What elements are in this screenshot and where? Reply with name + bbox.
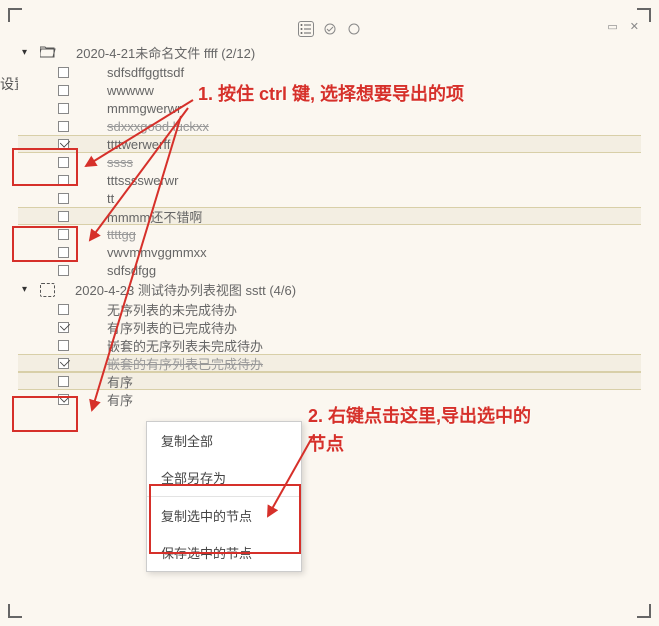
checkbox[interactable] [58,322,69,333]
ctx-save-selected[interactable]: 保存选中的节点 [147,534,301,571]
view-check-icon[interactable] [322,21,338,37]
expand-icon[interactable]: ▾ [22,284,34,295]
item-label: sdfsdffggttsdf [107,65,184,80]
list-item[interactable]: ttttwerwerff [18,135,641,153]
tree-view: ▾ 2020-4-21未命名文件 ffff (2/12) sdfsdffggttsd… [18,42,641,408]
list-item[interactable]: mmmm还不错啊 [18,207,641,225]
item-label: tttsssswerwr [107,173,179,188]
checkbox[interactable] [58,358,69,369]
checkbox[interactable] [58,304,69,315]
ctx-save-all-as[interactable]: 全部另存为 [147,459,301,496]
list-item[interactable]: 有序 [18,372,641,390]
checkbox[interactable] [58,247,69,258]
item-label: mmmgwerwr [107,101,181,116]
list-item[interactable]: 嵌套的无序列表未完成待办 [18,336,641,354]
minimize-button[interactable]: ▭ [607,20,617,33]
group-header[interactable]: ▾ 2020-4-21未命名文件 ffff (2/12) [18,42,641,63]
item-label: 无序列表的未完成待办 [107,300,237,319]
item-label: tt [107,191,114,206]
expand-icon[interactable]: ▾ [22,47,34,58]
checkbox[interactable] [58,157,69,168]
ctx-copy-all[interactable]: 复制全部 [147,422,301,459]
list-item[interactable]: 有序 [18,390,641,408]
checkbox[interactable] [58,340,69,351]
item-label: 有序 [107,372,133,391]
item-label: wwwww [107,83,154,98]
checkbox[interactable] [58,376,69,387]
checkbox[interactable] [58,265,69,276]
item-label: vwvmmvggmmxx [107,245,207,260]
list-item[interactable]: sdfsdffggttsdf [18,63,641,81]
list-item[interactable]: ttttgg [18,225,641,243]
item-label: ssss [107,155,133,170]
group-title: 2020-4-23 测试待办列表视图 sstt (4/6) [75,280,296,299]
checkbox[interactable] [58,85,69,96]
checkbox[interactable] [58,175,69,186]
ctx-copy-selected[interactable]: 复制选中的节点 [147,496,301,534]
annotation-step2b: 节点 [308,432,344,457]
list-item[interactable]: 嵌套的有序列表已完成待办 [18,354,641,372]
item-label: 嵌套的无序列表未完成待办 [107,336,263,355]
list-item[interactable]: sdxxxgood luckxx [18,117,641,135]
list-item[interactable]: sdfsdfgg [18,261,641,279]
checkbox[interactable] [58,229,69,240]
list-item[interactable]: tt [18,189,641,207]
list-item[interactable]: mmmgwerwr [18,99,641,117]
item-label: mmmm还不错啊 [107,207,202,226]
checkbox[interactable] [58,139,69,150]
item-label: ttttwerwerff [107,137,170,152]
context-menu: 复制全部 全部另存为 复制选中的节点 保存选中的节点 [146,421,302,572]
item-label: sdxxxgood luckxx [107,119,209,134]
folder-open-icon [40,45,56,61]
list-item[interactable]: 有序列表的已完成待办 [18,318,641,336]
group-header[interactable]: ▾ 2020-4-23 测试待办列表视图 sstt (4/6) [18,279,641,300]
folder-dashed-icon [40,283,55,297]
close-button[interactable]: ✕ [630,20,639,33]
list-item[interactable]: wwwww [18,81,641,99]
list-item[interactable]: vwvmmvggmmxx [18,243,641,261]
checkbox[interactable] [58,211,69,222]
checkbox[interactable] [58,193,69,204]
checkbox[interactable] [58,67,69,78]
list-item[interactable]: tttsssswerwr [18,171,641,189]
checkbox[interactable] [58,394,69,405]
item-label: 有序列表的已完成待办 [107,318,237,337]
view-list-icon[interactable] [298,21,314,37]
group-title: 2020-4-21未命名文件 ffff (2/12) [76,43,255,62]
item-label: 嵌套的有序列表已完成待办 [107,354,263,373]
checkbox[interactable] [58,103,69,114]
list-item[interactable]: ssss [18,153,641,171]
list-item[interactable]: 无序列表的未完成待办 [18,300,641,318]
view-circle-icon[interactable] [346,21,362,37]
toolbar: ▭ ✕ [18,18,641,40]
item-label: 有序 [107,390,133,409]
checkbox[interactable] [58,121,69,132]
item-label: sdfsdfgg [107,263,156,278]
item-label: ttttgg [107,227,136,242]
